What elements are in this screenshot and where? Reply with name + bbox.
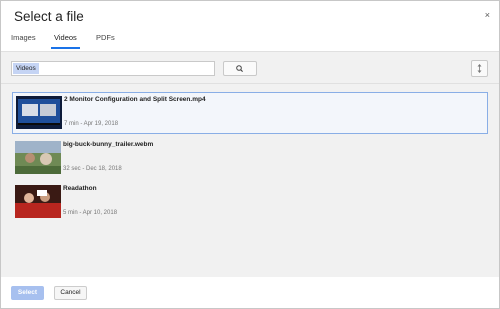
dialog-footer: Select Cancel <box>1 277 499 308</box>
close-icon[interactable]: × <box>485 10 490 20</box>
list-item[interactable]: big-buck-bunny_trailer.webm 32 sec - Dec… <box>12 138 488 180</box>
video-thumbnail <box>16 96 62 129</box>
file-meta: 32 sec - Dec 18, 2018 <box>63 166 122 172</box>
search-button[interactable] <box>223 61 257 76</box>
video-thumbnail <box>15 141 61 174</box>
search-icon <box>236 65 243 72</box>
divider <box>1 83 499 84</box>
sort-button[interactable] <box>471 60 488 77</box>
dialog-title: Select a file <box>14 9 84 24</box>
tab-pdfs[interactable]: PDFs <box>96 33 115 42</box>
sort-icon <box>477 64 482 73</box>
active-tab-indicator <box>51 47 80 49</box>
file-meta: 7 min - Apr 19, 2018 <box>64 121 119 127</box>
tab-images[interactable]: Images <box>11 33 36 42</box>
cancel-button[interactable]: Cancel <box>54 286 87 300</box>
file-name: 2 Monitor Configuration and Split Screen… <box>64 96 206 103</box>
select-button[interactable]: Select <box>11 286 44 300</box>
tab-videos[interactable]: Videos <box>54 33 77 42</box>
video-thumbnail <box>15 185 61 218</box>
search-input[interactable]: Videos <box>11 61 215 76</box>
search-filter-chip[interactable]: Videos <box>13 63 39 74</box>
file-list-area: Videos 2 Monitor Configuration and Split… <box>1 51 499 278</box>
list-item[interactable]: Readathon 5 min - Apr 10, 2018 <box>12 182 488 224</box>
file-picker-dialog: Select a file × Images Videos PDFs Video… <box>0 0 500 309</box>
file-name: big-buck-bunny_trailer.webm <box>63 141 154 148</box>
file-meta: 5 min - Apr 10, 2018 <box>63 210 118 216</box>
tab-bar: Images Videos PDFs <box>1 27 499 51</box>
file-name: Readathon <box>63 185 97 192</box>
list-item[interactable]: 2 Monitor Configuration and Split Screen… <box>12 92 488 134</box>
